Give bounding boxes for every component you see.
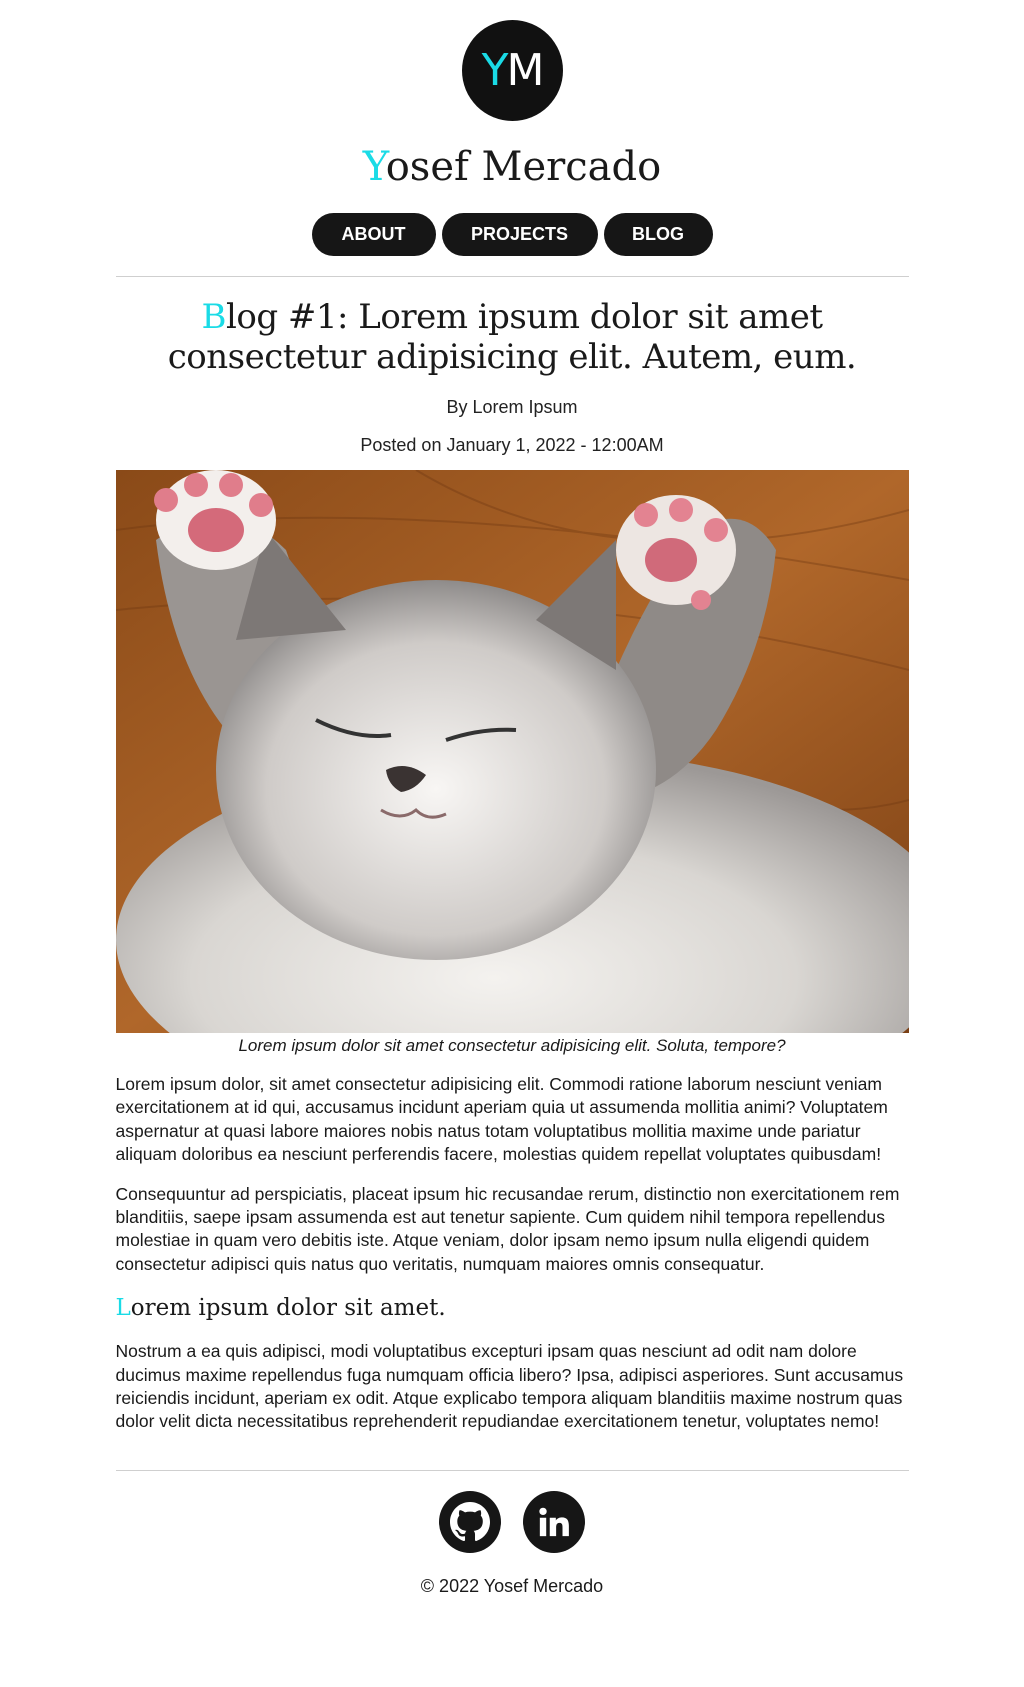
nav-blog-button[interactable]: BLOG	[603, 213, 713, 256]
header-divider	[115, 276, 909, 277]
post-paragraph-2: Consequuntur ad perspiciatis, placeat ip…	[115, 1183, 900, 1274]
site-header: YM Yosef Mercado ABOUT PROJECTS BLOG	[115, 20, 909, 277]
github-link[interactable]	[439, 1490, 501, 1553]
post-author: By Lorem Ipsum	[446, 397, 578, 417]
copyright-text: © 2022 Yosef Mercado	[420, 1575, 604, 1596]
subheading-accent: L	[115, 1295, 131, 1322]
post-title-line1: log #1: Lorem ipsum dolor sit amet	[225, 297, 823, 337]
site-title[interactable]: Yosef Mercado	[116, 143, 909, 191]
post-hero-image	[115, 470, 909, 1033]
footer-divider	[115, 1469, 909, 1471]
logo-badge[interactable]: YM	[461, 20, 563, 121]
linkedin-link[interactable]	[523, 1490, 585, 1553]
blog-post: Blog #1: Lorem ipsum dolor sit amet cons…	[115, 297, 909, 1434]
site-title-rest: osef Mercado	[385, 144, 662, 190]
logo-letter-m: M	[506, 45, 544, 96]
logo-letter-y: Y	[481, 45, 509, 96]
post-date: Posted on January 1, 2022 - 12:00AM	[360, 435, 664, 455]
post-title-line2: consectetur adipisicing elit. Autem, eum…	[167, 337, 857, 377]
nav-about-button[interactable]: ABOUT	[311, 213, 436, 256]
site-title-accent: Y	[362, 144, 386, 190]
image-caption: Lorem ipsum dolor sit amet consectetur a…	[238, 1036, 786, 1055]
social-links	[116, 1490, 909, 1553]
main-container: YM Yosef Mercado ABOUT PROJECTS BLOG Blo…	[115, 20, 909, 1598]
kitten-image	[115, 470, 909, 1033]
site-footer: © 2022 Yosef Mercado	[115, 1469, 909, 1598]
post-paragraph-3: Nostrum a ea quis adipisci, modi volupta…	[115, 1341, 904, 1432]
post-paragraph-1: Lorem ipsum dolor, sit amet consectetur …	[115, 1074, 888, 1165]
main-nav: ABOUT PROJECTS BLOG	[116, 213, 909, 256]
post-title-accent: B	[201, 297, 226, 337]
post-title: Blog #1: Lorem ipsum dolor sit amet cons…	[116, 297, 909, 377]
subheading-rest: orem ipsum dolor sit amet.	[130, 1295, 446, 1322]
linkedin-icon	[539, 1507, 569, 1537]
github-icon	[450, 1501, 490, 1541]
post-subheading: Lorem ipsum dolor sit amet.	[116, 1292, 909, 1324]
nav-projects-button[interactable]: PROJECTS	[441, 213, 598, 256]
page: YM Yosef Mercado ABOUT PROJECTS BLOG Blo…	[0, 20, 1024, 1687]
